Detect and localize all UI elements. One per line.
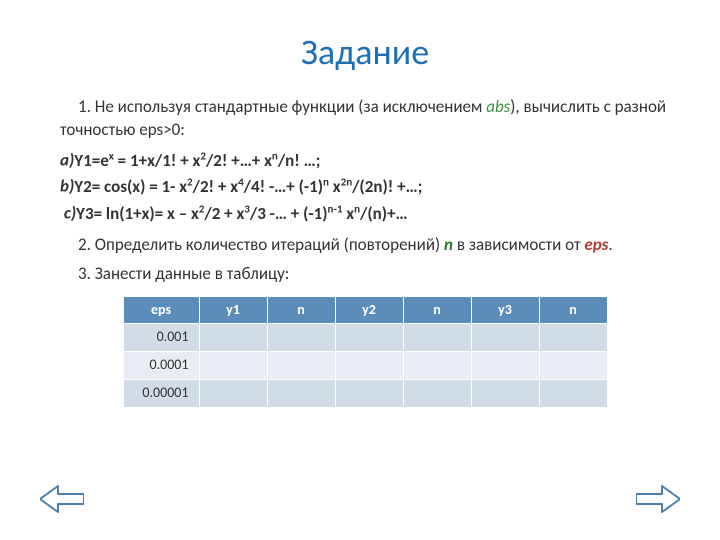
next-button[interactable] (636, 484, 680, 514)
cell-y3 (471, 380, 539, 408)
th-n3: n (539, 296, 607, 324)
slide: Задание 1. Не используя стандартные функ… (0, 0, 720, 540)
th-y1: y1 (199, 296, 267, 324)
cell-y3 (471, 324, 539, 352)
cell-n3 (539, 352, 607, 380)
cell-eps: 0.00001 (123, 380, 199, 408)
task2-b: в зависимости от (453, 234, 584, 255)
task3-text: 3. Занести данные в таблицу: (60, 263, 670, 286)
cell-y1 (199, 380, 267, 408)
task2-c: . (608, 234, 612, 255)
slide-body: 1. Не используя стандартные функции (за … (60, 96, 670, 408)
formula-c-label: c) (64, 203, 76, 224)
formula-c: c)Y3= ln(1+x)= x – x2/2 + x3/3 -… + (-1)… (60, 201, 670, 226)
cell-n3 (539, 324, 607, 352)
cell-y2 (335, 324, 403, 352)
th-n2: n (403, 296, 471, 324)
cell-n2 (403, 352, 471, 380)
table-row: 0.00001 (123, 380, 607, 408)
cell-eps: 0.0001 (123, 352, 199, 380)
formula-b: b)Y2= cos(x) = 1- x2/2! + x4/4! -…+ (-1)… (60, 174, 670, 199)
table-header-row: eps y1 n y2 n y3 n (123, 296, 607, 324)
cell-eps: 0.001 (123, 324, 199, 352)
cell-y1 (199, 352, 267, 380)
th-n1: n (267, 296, 335, 324)
eps-token: eps (584, 234, 608, 255)
table-body: 0.0010.00010.00001 (123, 324, 607, 408)
n-token: n (444, 234, 453, 255)
task1-part-a: 1. Не используя стандартные функции (за … (78, 96, 486, 117)
formula-a-label: a) (60, 150, 74, 171)
cell-y2 (335, 352, 403, 380)
formula-a: a)Y1=ex = 1+x/1! + x2/2! +…+ xn/n! …; (60, 148, 670, 173)
formula-c-body: Y3= ln(1+x)= x – x2/2 + x3/3 -… + (-1)n-… (76, 203, 408, 224)
data-table: eps y1 n y2 n y3 n 0.0010.00010.00001 (123, 296, 608, 409)
formula-b-body: Y2= cos(x) = 1- x2/2! + x4/4! -…+ (-1)n … (74, 176, 422, 197)
cell-y2 (335, 380, 403, 408)
prev-button[interactable] (40, 484, 84, 514)
task2-a: 2. Определить количество итераций (повто… (78, 234, 444, 255)
formula-a-body: Y1=ex = 1+x/1! + x2/2! +…+ xn/n! …; (74, 150, 320, 171)
abs-token: abs (486, 96, 510, 117)
arrow-right-icon (636, 484, 680, 514)
arrow-left-icon (40, 484, 84, 514)
cell-y1 (199, 324, 267, 352)
cell-n2 (403, 380, 471, 408)
cell-n1 (267, 324, 335, 352)
task2-text: 2. Определить количество итераций (повто… (60, 234, 670, 257)
cell-y3 (471, 352, 539, 380)
task1-text: 1. Не используя стандартные функции (за … (60, 96, 670, 142)
cell-n1 (267, 352, 335, 380)
formula-b-label: b) (60, 176, 74, 197)
th-y2: y2 (335, 296, 403, 324)
cell-n3 (539, 380, 607, 408)
th-y3: y3 (471, 296, 539, 324)
slide-title: Задание (60, 30, 670, 74)
table-row: 0.001 (123, 324, 607, 352)
th-eps: eps (123, 296, 199, 324)
table-row: 0.0001 (123, 352, 607, 380)
cell-n2 (403, 324, 471, 352)
cell-n1 (267, 380, 335, 408)
